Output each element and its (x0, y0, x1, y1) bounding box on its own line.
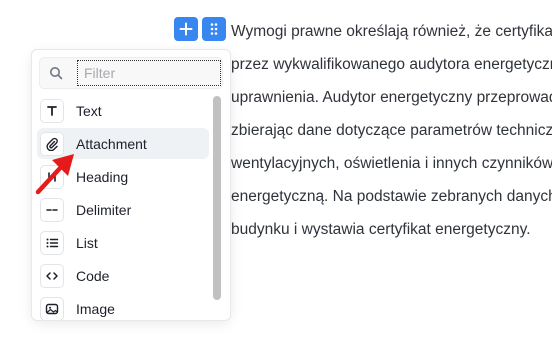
popover-scrollbar[interactable] (213, 96, 221, 300)
toolbox-item-text[interactable]: Text (37, 95, 209, 126)
list-icon (40, 230, 64, 255)
paragraph-line: Wymogi prawne określają również, że cert… (231, 23, 552, 40)
search-input[interactable] (77, 60, 221, 86)
paragraph-line: energetyczną. Na podstawie zebranych dan… (231, 188, 552, 205)
search-field (39, 57, 223, 89)
annotation-arrow-icon (35, 154, 74, 195)
drag-handle-icon (210, 23, 218, 35)
toolbox-item-label: Heading (76, 168, 129, 185)
paragraph-line: zbierając dane dotyczące parametrów tech… (231, 122, 552, 139)
paragraph-line: budynku i wystawia certyfikat energetycz… (231, 221, 531, 238)
toolbox-item-label: Text (76, 102, 102, 119)
toolbox-item-code[interactable]: Code (37, 260, 209, 291)
add-block-button[interactable] (174, 17, 198, 41)
search-icon (50, 67, 63, 80)
toolbox-item-image[interactable]: Image (37, 293, 209, 320)
plus-icon (179, 22, 193, 36)
paragraph-line: wentylacyjnych, oświetlenia i innych czy… (231, 155, 552, 172)
toolbox-item-label: Delimiter (76, 201, 132, 218)
toolbox-item-label: List (76, 234, 98, 251)
paragraph-line: uprawnienia. Audytor energetyczny przepr… (231, 89, 552, 106)
toolbox-item-label: Attachment (76, 135, 147, 152)
editor-paragraph[interactable]: Wymogi prawne określają również, że cert… (231, 20, 552, 251)
code-icon (40, 263, 64, 288)
block-tunes-button[interactable] (202, 17, 226, 41)
toolbox-item-list[interactable]: List (37, 227, 209, 258)
toolbox-item-delimiter[interactable]: Delimiter (37, 194, 209, 225)
text-icon (40, 98, 64, 123)
image-icon (40, 296, 64, 320)
toolbox-item-label: Code (76, 267, 110, 284)
paragraph-line: przez wykwalifikowanego audytora energet… (231, 56, 552, 73)
toolbox-item-label: Image (76, 300, 115, 317)
delimiter-icon (40, 197, 64, 222)
